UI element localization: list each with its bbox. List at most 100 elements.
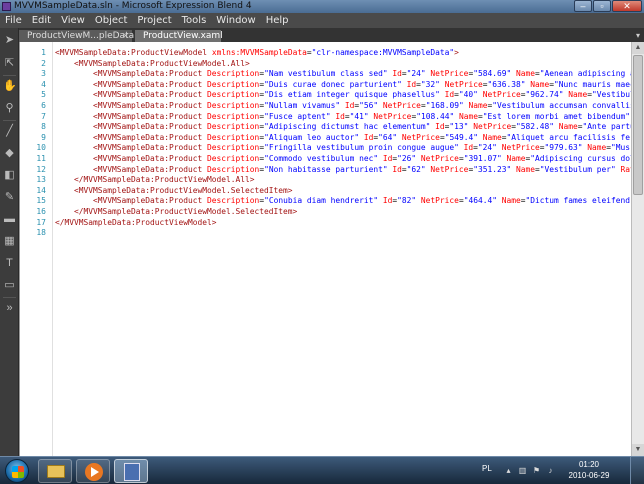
selection-icon[interactable]: ➤	[3, 34, 16, 47]
code-token: "Dictum fames eleifend felis"	[525, 196, 631, 206]
code-token: Description	[207, 153, 260, 163]
eyedropper-icon[interactable]: ╱	[3, 125, 16, 138]
code-token: "Adipiscing dictumst hac elementum"	[264, 122, 431, 132]
code-token: Name	[515, 164, 535, 174]
pen-icon[interactable]: ✎	[3, 191, 16, 204]
taskbar-media-player[interactable]	[76, 459, 110, 483]
media-player-icon	[85, 463, 103, 481]
code-text[interactable]: <MVVMSampleData:ProductViewModel xmlns:M…	[55, 48, 631, 239]
network-icon[interactable]: ▥	[518, 466, 527, 475]
code-token: Id	[435, 122, 445, 132]
flag-icon[interactable]: ⚑	[532, 466, 541, 475]
code-line[interactable]: <MVVMSampleData:Product Description="Fri…	[55, 143, 631, 154]
code-token: <MVVMSampleData:Product	[93, 196, 203, 206]
zoom-icon[interactable]: ⚲	[3, 102, 16, 115]
window-titlebar[interactable]: MVVMSampleData.sln - Microsoft Expressio…	[0, 0, 644, 13]
taskbar-explorer[interactable]	[38, 459, 72, 483]
code-token: NetPrice	[420, 153, 459, 163]
code-token: Id	[463, 143, 474, 153]
textblock-icon[interactable]: T	[3, 257, 16, 270]
code-line[interactable]: <MVVMSampleData:ProductViewModel.Selecte…	[55, 186, 631, 197]
show-desktop-button[interactable]	[630, 457, 644, 484]
code-token: NetPrice	[420, 196, 459, 206]
tab-productviewmodel-sampledata[interactable]: ProductViewM...pleData.xaml ×	[19, 30, 159, 42]
code-line[interactable]: <MVVMSampleData:Product Description="Fus…	[55, 112, 631, 123]
maximize-button[interactable]: ▫	[593, 0, 611, 12]
code-token: Name	[501, 196, 521, 206]
pan-icon[interactable]: ✋	[3, 80, 17, 93]
code-token: Id	[406, 79, 417, 89]
code-line[interactable]: </MVVMSampleData:ProductViewModel>	[55, 218, 631, 229]
code-line[interactable]: <MVVMSampleData:ProductViewModel.All>	[55, 59, 631, 70]
asset-icon[interactable]: »	[3, 302, 16, 315]
code-token: Description	[207, 132, 260, 142]
brush-transform-icon[interactable]: ◧	[3, 169, 16, 182]
menu-object[interactable]: Object	[90, 15, 133, 26]
code-line[interactable]: <MVVMSampleData:Product Description="Nam…	[55, 69, 631, 80]
code-token: Id	[444, 90, 455, 100]
code-token: "549.4"	[444, 132, 478, 142]
menu-help[interactable]: Help	[261, 15, 294, 26]
code-token: <MVVMSampleData:Product	[93, 143, 203, 153]
grid-icon[interactable]: ▦	[3, 235, 16, 248]
tab-close-icon[interactable]: ×	[122, 30, 129, 42]
code-token: Description	[207, 90, 260, 100]
scroll-up-icon[interactable]: ▲	[632, 42, 644, 54]
code-line[interactable]: <MVVMSampleData:Product Description="Adi…	[55, 122, 631, 133]
code-token: Name	[468, 100, 488, 110]
scrollbar-thumb[interactable]	[633, 55, 643, 195]
line-number-gutter: 1 2 3 4 5 6 7 8 9 10 11 12 13 14 15 16 17 18	[20, 42, 48, 456]
menu-project[interactable]: Project	[132, 15, 176, 26]
direct-selection-icon[interactable]: ⇱	[3, 57, 16, 70]
fold-margin	[52, 42, 53, 456]
code-token: "979.63"	[544, 143, 583, 153]
code-token: "464.4"	[463, 196, 497, 206]
code-line[interactable]	[55, 228, 631, 239]
clock-date[interactable]: 2010-06-29	[564, 471, 614, 480]
system-tray: PL ▴ ▥ ⚑ ♪ 01:20 2010-06-29	[474, 457, 644, 484]
blend-app-icon[interactable]	[2, 2, 11, 11]
code-line[interactable]: <MVVMSampleData:Product Description="Com…	[55, 154, 631, 165]
volume-icon[interactable]: ♪	[546, 466, 555, 475]
menu-tools[interactable]: Tools	[177, 15, 212, 26]
menu-edit[interactable]: Edit	[27, 15, 56, 26]
rectangle-icon[interactable]: ▬	[3, 213, 16, 226]
start-button[interactable]	[5, 459, 29, 483]
code-line[interactable]: <MVVMSampleData:Product Description="Dis…	[55, 90, 631, 101]
code-token: NetPrice	[430, 164, 469, 174]
language-indicator[interactable]: PL	[482, 464, 492, 473]
vertical-scrollbar[interactable]: ▲ ▼	[631, 42, 644, 456]
code-line[interactable]: <MVVMSampleData:Product Description="Ali…	[55, 133, 631, 144]
code-token: Id	[382, 196, 393, 206]
menu-window[interactable]: Window	[211, 15, 260, 26]
code-token: "168.09"	[425, 100, 464, 110]
menu-file[interactable]: File	[0, 15, 27, 26]
code-line[interactable]: <MVVMSampleData:Product Description="Con…	[55, 196, 631, 207]
clock-time[interactable]: 01:20	[564, 460, 614, 469]
window-title: MVVMSampleData.sln - Microsoft Expressio…	[14, 1, 252, 11]
paint-bucket-icon[interactable]: ◆	[3, 147, 16, 160]
code-line[interactable]: <MVVMSampleData:Product Description="Nul…	[55, 101, 631, 112]
close-button[interactable]: ✕	[612, 0, 642, 12]
menu-view[interactable]: View	[56, 15, 90, 26]
taskbar-expression-blend[interactable]	[114, 459, 148, 483]
code-line[interactable]: </MVVMSampleData:ProductViewModel.All>	[55, 175, 631, 186]
button-icon[interactable]: ▭	[3, 279, 16, 292]
code-token: Rating	[620, 164, 631, 174]
code-line[interactable]: <MVVMSampleData:ProductViewModel xmlns:M…	[55, 48, 631, 59]
tab-overflow-icon[interactable]: ▾	[636, 31, 640, 40]
xaml-code-editor[interactable]: 1 2 3 4 5 6 7 8 9 10 11 12 13 14 15 16 17 18 <MVVMSampleD…	[19, 42, 631, 456]
chevron-up-icon[interactable]: ▴	[504, 466, 513, 475]
code-token: "13"	[449, 122, 469, 132]
code-line[interactable]: <MVVMSampleData:Product Description="Dui…	[55, 80, 631, 91]
code-line[interactable]: <MVVMSampleData:Product Description="Non…	[55, 165, 631, 176]
code-token: >	[454, 48, 459, 57]
scroll-down-icon[interactable]: ▼	[632, 444, 644, 456]
tab-productview[interactable]: ProductView.xaml	[135, 30, 223, 42]
minimize-button[interactable]: –	[574, 0, 592, 12]
code-line[interactable]: </MVVMSampleData:ProductViewModel.Select…	[55, 207, 631, 218]
